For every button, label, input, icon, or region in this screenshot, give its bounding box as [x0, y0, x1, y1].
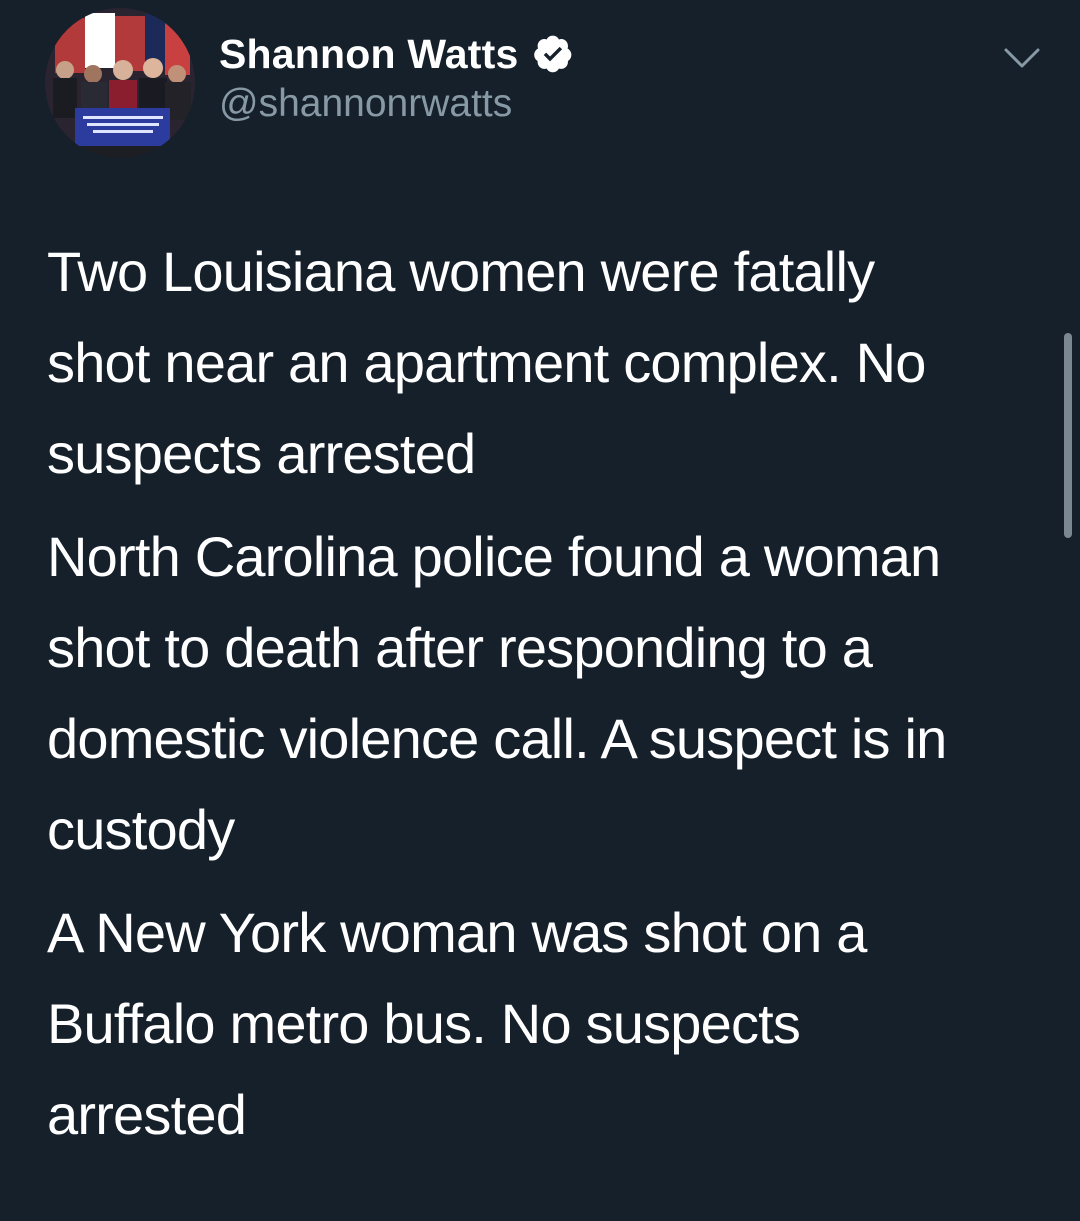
tweet: Shannon Watts @shannonrwatts Two Louisia…: [0, 0, 1080, 1221]
tweet-paragraph: A New York woman was shot on a Buffalo m…: [47, 887, 1037, 1160]
author-handle[interactable]: @shannonrwatts: [219, 82, 512, 126]
scrollbar[interactable]: [1064, 333, 1072, 538]
tweet-line: shot to death after responding to a: [47, 616, 873, 679]
tweet-text: Two Louisiana women were fatally shot ne…: [47, 226, 1037, 1172]
tweet-line: Two Louisiana women were fatally: [47, 240, 875, 303]
tweet-line: A New York woman was shot on a: [47, 901, 867, 964]
tweet-line: domestic violence call. A suspect is in: [47, 707, 947, 770]
tweet-line: North Carolina police found a woman: [47, 525, 941, 588]
tweet-line: shot near an apartment complex. No: [47, 331, 926, 394]
tweet-line: arrested: [47, 1083, 247, 1146]
author-display-name[interactable]: Shannon Watts: [219, 31, 518, 78]
avatar[interactable]: [45, 8, 195, 158]
tweet-line: custody: [47, 798, 235, 861]
verified-badge-icon: [532, 33, 574, 75]
chevron-down-icon[interactable]: [1002, 40, 1042, 76]
tweet-paragraph: Two Louisiana women were fatally shot ne…: [47, 226, 1037, 499]
tweet-line: suspects arrested: [47, 422, 476, 485]
tweet-line: Buffalo metro bus. No suspects: [47, 992, 801, 1055]
author-name-row[interactable]: Shannon Watts: [219, 28, 574, 80]
tweet-paragraph: North Carolina police found a woman shot…: [47, 511, 1037, 875]
